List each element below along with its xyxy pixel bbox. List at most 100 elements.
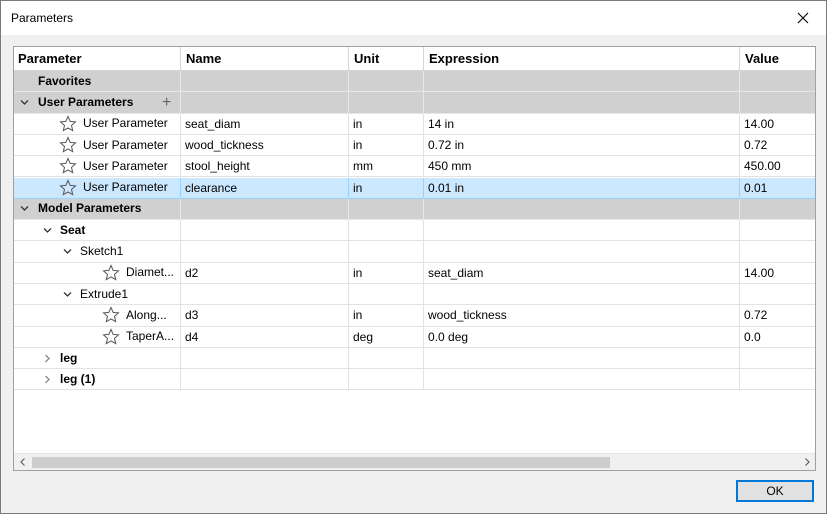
favorite-star-button[interactable]	[59, 157, 77, 175]
collapse-chevron[interactable]	[40, 372, 54, 386]
parameter-row[interactable]: Diamet... d2 in seat_diam 14.00	[14, 262, 815, 284]
parameter-row[interactable]: User Parameter wood_tickness in 0.72 in 0.72	[14, 134, 815, 157]
unit-cell: in	[349, 305, 424, 327]
tree-node-row[interactable]: Sketch1	[14, 241, 815, 263]
parameter-cell: Seat	[14, 220, 181, 242]
name-cell: wood_tickness	[181, 134, 349, 157]
column-header-parameter[interactable]: Parameter	[14, 47, 181, 71]
chevron-right-icon	[44, 375, 50, 384]
group-row[interactable]: Favorites	[14, 71, 815, 93]
ok-button[interactable]: OK	[736, 480, 814, 502]
favorite-star-button[interactable]	[102, 306, 120, 324]
scroll-left-button[interactable]	[14, 454, 31, 470]
parameters-dialog: Parameters Parameter Name Unit Expressio…	[0, 0, 827, 514]
star-icon	[59, 136, 77, 153]
value-cell: 0.72	[740, 305, 815, 327]
expression-cell	[424, 241, 740, 263]
name-cell: stool_height	[181, 156, 349, 178]
close-icon	[797, 12, 809, 24]
name-cell	[181, 241, 349, 263]
column-header-name[interactable]: Name	[181, 47, 349, 71]
tree-node-label: Extrude1	[80, 286, 129, 301]
unit-text: in	[353, 116, 363, 131]
collapse-chevron[interactable]	[40, 351, 54, 365]
parameter-row[interactable]: User Parameter clearance in 0.01 in 0.01	[14, 177, 815, 199]
star-icon	[59, 115, 77, 132]
tree-node-label: leg	[60, 350, 78, 365]
unit-text: in	[353, 265, 363, 280]
expand-chevron[interactable]	[60, 287, 74, 301]
favorite-star-button[interactable]	[59, 115, 77, 133]
name-text: d2	[185, 265, 199, 280]
unit-text: deg	[353, 329, 374, 344]
expression-cell: 450 mm	[424, 156, 740, 178]
tree-node-row[interactable]: Extrude1	[14, 284, 815, 306]
parameter-cell: Extrude1	[14, 284, 181, 306]
chevron-down-icon	[20, 206, 28, 212]
name-text: d4	[185, 329, 199, 344]
expression-text[interactable]: 0.72 in	[428, 138, 464, 152]
parameter-label: User Parameter	[83, 158, 168, 173]
tree-node-row[interactable]: leg	[14, 347, 815, 370]
parameter-cell: User Parameter	[14, 177, 181, 199]
name-cell: d2	[181, 262, 349, 284]
parameter-cell: Along...	[14, 305, 181, 327]
unit-cell	[349, 71, 424, 93]
value-cell	[740, 369, 815, 391]
expression-cell	[424, 369, 740, 391]
favorite-star-button[interactable]	[102, 328, 120, 346]
chevron-right-icon	[44, 354, 50, 362]
expand-chevron[interactable]	[17, 95, 31, 109]
add-user-parameter-button[interactable]: +	[162, 92, 174, 112]
tree-node-row[interactable]: leg (1)	[14, 369, 815, 391]
favorite-star-button[interactable]	[102, 264, 120, 282]
value-cell: 450.00	[740, 156, 815, 178]
scroll-right-button[interactable]	[798, 454, 815, 470]
group-row[interactable]: User Parameters +	[14, 92, 815, 114]
horizontal-scrollbar[interactable]	[14, 453, 815, 470]
group-row[interactable]: Model Parameters	[14, 198, 815, 221]
expression-cell	[424, 220, 740, 242]
close-button[interactable]	[780, 1, 826, 35]
unit-cell	[349, 241, 424, 263]
expression-cell: seat_diam	[424, 262, 740, 284]
parameter-row[interactable]: User Parameter seat_diam in 14 in 14.00	[14, 113, 815, 135]
parameter-row[interactable]: TaperA... d4 deg 0.0 deg 0.0	[14, 326, 815, 348]
name-text: clearance	[185, 180, 238, 195]
star-icon	[102, 264, 120, 281]
title-bar: Parameters	[1, 1, 826, 35]
unit-text: in	[353, 180, 363, 195]
expand-chevron[interactable]	[17, 202, 31, 216]
name-text: d3	[185, 308, 199, 323]
tree-node-row[interactable]: Seat	[14, 220, 815, 242]
column-header-unit[interactable]: Unit	[349, 47, 424, 71]
value-cell: 0.01	[740, 177, 815, 199]
expression-cell: 0.72 in	[424, 134, 740, 157]
group-label: Favorites	[38, 73, 92, 88]
expand-chevron[interactable]	[40, 223, 54, 237]
favorite-star-button[interactable]	[59, 136, 77, 154]
expression-text[interactable]: wood_tickness	[428, 308, 507, 322]
column-header-expression[interactable]: Expression	[424, 47, 740, 71]
chevron-left-icon	[19, 458, 25, 466]
favorite-star-button[interactable]	[59, 178, 77, 197]
expression-text[interactable]: seat_diam	[428, 266, 483, 280]
column-header-value[interactable]: Value	[740, 47, 815, 71]
expand-chevron[interactable]	[60, 245, 74, 259]
scrollbar-thumb[interactable]	[32, 457, 610, 468]
star-icon	[102, 328, 120, 345]
name-cell	[181, 71, 349, 93]
unit-cell: in	[349, 177, 424, 199]
parameter-row[interactable]: Along... d3 in wood_tickness 0.72	[14, 305, 815, 327]
chevron-down-icon	[63, 249, 71, 254]
expression-text[interactable]: 14 in	[428, 117, 454, 131]
expression-text[interactable]: 450 mm	[428, 159, 471, 173]
expression-text[interactable]: 0.0 deg	[428, 330, 468, 344]
parameter-row[interactable]: User Parameter stool_height mm 450 mm 450.00	[14, 156, 815, 178]
name-cell: seat_diam	[181, 113, 349, 135]
parameter-label: Diamet...	[126, 265, 175, 280]
name-cell	[181, 220, 349, 242]
unit-cell: in	[349, 134, 424, 157]
expression-text[interactable]: 0.01 in	[428, 181, 464, 195]
